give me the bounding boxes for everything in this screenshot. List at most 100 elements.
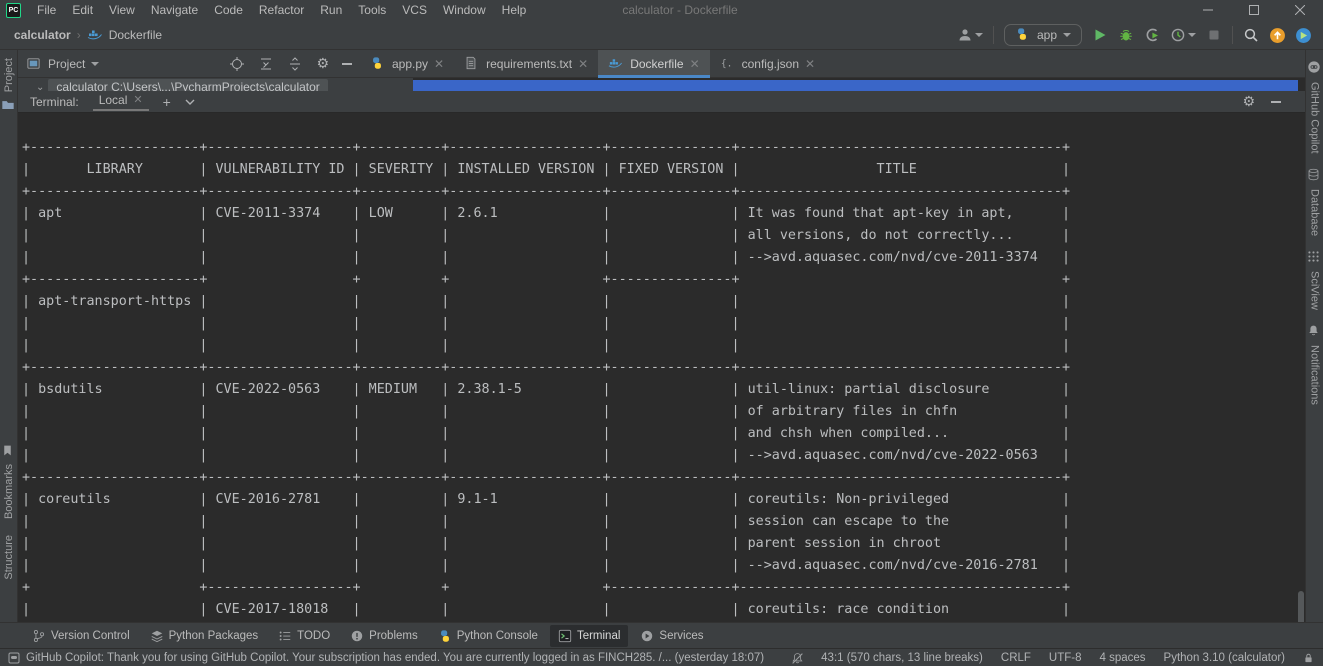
menu-item[interactable]: View xyxy=(101,1,143,19)
encoding-widget[interactable]: UTF-8 xyxy=(1049,652,1082,664)
stripe-notifications-button[interactable]: Notifications xyxy=(1309,345,1321,405)
stripe-structure-button[interactable]: Structure xyxy=(3,535,15,580)
menu-item[interactable]: Code xyxy=(206,1,251,19)
close-icon[interactable]: ✕ xyxy=(133,93,142,106)
toolwindow-label: Python Packages xyxy=(169,630,259,642)
tab-config-json[interactable]: {..} config.json ✕ xyxy=(710,50,825,77)
terminal-tab-local[interactable]: Local ✕ xyxy=(93,93,149,111)
docker-icon xyxy=(608,56,624,72)
menu-item[interactable]: Navigate xyxy=(143,1,206,19)
run-with-coverage-button[interactable] xyxy=(1144,27,1160,43)
toolwindow-label: TODO xyxy=(297,630,330,642)
menu-item[interactable]: Run xyxy=(312,1,350,19)
collapse-all-button[interactable] xyxy=(258,56,274,72)
svg-text:{..}: {..} xyxy=(721,58,734,69)
tab-dockerfile[interactable]: Dockerfile ✕ xyxy=(598,50,709,77)
project-tree-row[interactable]: ⌄ calculator C:\Users\...\PycharmProject… xyxy=(36,78,328,91)
stripe-github-copilot-button[interactable]: GitHub Copilot xyxy=(1309,82,1321,154)
profiler-button[interactable] xyxy=(1170,27,1196,43)
toolwindow-label: Problems xyxy=(369,630,418,642)
tab-app-py[interactable]: app.py ✕ xyxy=(360,50,454,77)
todo-list-icon xyxy=(278,629,292,643)
copilot-status-icon[interactable] xyxy=(8,652,20,664)
text-file-icon xyxy=(464,56,480,72)
project-view-select[interactable]: Project xyxy=(26,56,99,72)
close-icon[interactable]: ✕ xyxy=(434,57,444,71)
close-icon[interactable]: ✕ xyxy=(578,57,588,71)
tab-label: Dockerfile xyxy=(630,57,683,71)
debug-button[interactable] xyxy=(1118,27,1134,43)
navigation-bar: calculator › Dockerfile app xyxy=(0,20,1323,50)
indent-widget[interactable]: 4 spaces xyxy=(1100,652,1146,664)
menu-item[interactable]: File xyxy=(29,1,64,19)
main-toolbar: app xyxy=(957,24,1323,46)
ide-update-button[interactable] xyxy=(1269,27,1285,43)
status-bar: GitHub Copilot: Thank you for using GitH… xyxy=(0,648,1323,666)
left-toolwindow-stripe: Project Bookmarks Structure xyxy=(0,50,18,622)
close-icon[interactable]: ✕ xyxy=(690,57,700,71)
hide-panel-button[interactable] xyxy=(342,63,352,65)
stripe-sciview-button[interactable]: SciView xyxy=(1309,271,1321,310)
search-everywhere-button[interactable] xyxy=(1243,27,1259,43)
stripe-database-button[interactable]: Database xyxy=(1309,189,1321,236)
menu-item[interactable]: Window xyxy=(435,1,494,19)
github-copilot-icon xyxy=(1307,60,1323,76)
caret-position-widget[interactable]: 43:1 (570 chars, 13 line breaks) xyxy=(821,652,983,664)
new-terminal-session-button[interactable]: + xyxy=(163,94,171,110)
run-button[interactable] xyxy=(1092,27,1108,43)
terminal-sessions-dropdown[interactable] xyxy=(185,99,195,105)
stripe-bookmarks-button[interactable]: Bookmarks xyxy=(3,464,15,519)
notifications-muted-icon[interactable] xyxy=(791,652,803,664)
user-account-button[interactable] xyxy=(957,27,983,43)
line-ending-widget[interactable]: CRLF xyxy=(1001,652,1031,664)
menu-item[interactable]: Edit xyxy=(64,1,101,19)
tab-label: app.py xyxy=(392,57,428,71)
interpreter-widget[interactable]: Python 3.10 (calculator) xyxy=(1164,652,1285,664)
toolwindow-python-console[interactable]: Python Console xyxy=(430,625,546,647)
toolwindow-todo[interactable]: TODO xyxy=(270,625,338,647)
status-message[interactable]: GitHub Copilot: Thank you for using GitH… xyxy=(26,652,764,664)
stripe-project-button[interactable]: Project xyxy=(3,58,15,92)
project-icon xyxy=(26,56,42,72)
menu-item[interactable]: Refactor xyxy=(251,1,312,19)
close-icon[interactable]: ✕ xyxy=(805,57,815,71)
toolwindow-terminal[interactable]: Terminal xyxy=(550,625,628,647)
project-tree-selected-row[interactable]: calculator C:\Users\...\PycharmProjects\… xyxy=(48,79,327,91)
minimize-button[interactable] xyxy=(1185,0,1231,20)
title-bar: PC FileEditViewNavigateCodeRefactorRunTo… xyxy=(0,0,1323,20)
menu-item[interactable]: Help xyxy=(494,1,535,19)
editor-selected-line xyxy=(413,80,1298,91)
code-with-me-button[interactable] xyxy=(1295,27,1311,43)
breadcrumb-project[interactable]: calculator xyxy=(14,28,71,42)
menu-item[interactable]: VCS xyxy=(394,1,435,19)
close-button[interactable] xyxy=(1277,0,1323,20)
editor-peek xyxy=(413,78,1305,91)
window-title: calculator - Dockerfile xyxy=(622,3,737,17)
tree-expand-icon[interactable]: ⌄ xyxy=(36,82,44,92)
terminal-tab-label: Local xyxy=(99,93,128,107)
toolwindow-bar: Version Control Python Packages TODO Pro… xyxy=(0,622,1323,648)
chevron-down-icon xyxy=(91,62,99,66)
breadcrumb-file[interactable]: Dockerfile xyxy=(109,28,162,42)
select-opened-file-button[interactable] xyxy=(229,56,245,72)
tab-requirements-txt[interactable]: requirements.txt ✕ xyxy=(454,50,598,77)
terminal-settings-gear-icon[interactable]: ⚙ xyxy=(1242,95,1255,109)
hide-terminal-button[interactable] xyxy=(1271,101,1281,103)
terminal-output-area[interactable]: +---------------------+-----------------… xyxy=(18,113,1305,622)
menu-item[interactable]: Tools xyxy=(350,1,394,19)
toolwindow-problems[interactable]: Problems xyxy=(342,625,426,647)
run-configuration-select[interactable]: app xyxy=(1004,24,1082,46)
settings-gear-icon[interactable]: ⚙ xyxy=(316,57,329,71)
maximize-button[interactable] xyxy=(1231,0,1277,20)
expand-all-button[interactable] xyxy=(287,56,303,72)
toolwindow-services[interactable]: Services xyxy=(632,625,711,647)
terminal-icon xyxy=(558,629,572,643)
terminal-scrollbar-thumb[interactable] xyxy=(1298,591,1304,622)
lock-icon[interactable] xyxy=(1303,652,1315,664)
toolwindow-version-control[interactable]: Version Control xyxy=(24,625,138,647)
folder-icon xyxy=(1,98,17,114)
right-toolwindow-stripe: GitHub Copilot Database SciView Notifica… xyxy=(1305,50,1323,622)
chevron-down-icon xyxy=(1063,33,1071,37)
toolwindow-python-packages[interactable]: Python Packages xyxy=(142,625,267,647)
run-configuration-name: app xyxy=(1037,28,1057,42)
